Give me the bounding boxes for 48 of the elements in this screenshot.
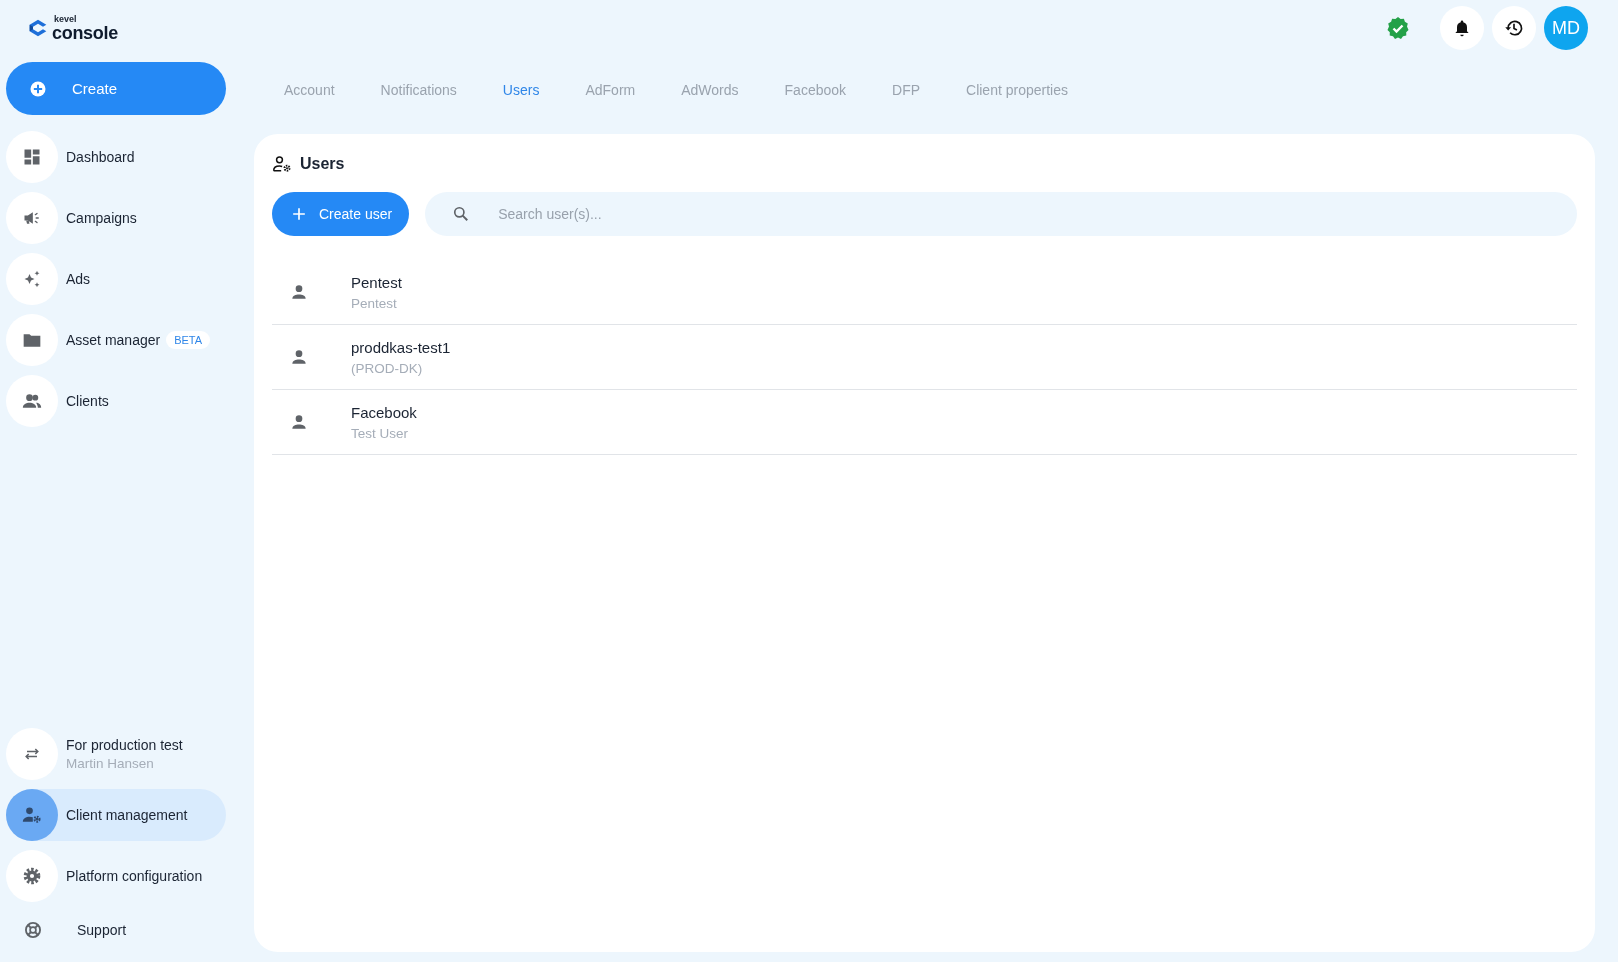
beta-badge: BETA: [166, 331, 211, 349]
sidebar-item[interactable]: For production test Martin Hansen: [6, 728, 226, 780]
item-subtitle: Martin Hansen: [66, 756, 155, 771]
lifebuoy-icon: [23, 920, 43, 940]
dashboard-icon: [22, 147, 42, 167]
search-field[interactable]: Search user(s)...: [425, 192, 1577, 236]
person-icon: [289, 412, 309, 432]
panel-title: Users: [300, 155, 345, 173]
user-name: proddkas-test1: [351, 338, 451, 356]
user-row[interactable]: Pentest Pentest: [272, 260, 1577, 325]
user-gear-icon: [272, 154, 292, 174]
user-gear-icon: [22, 805, 42, 825]
item-label: Campaigns: [66, 210, 137, 226]
sidebar-item[interactable]: Ads: [6, 253, 226, 305]
sidebar-item[interactable]: Clients: [6, 375, 226, 427]
user-row[interactable]: Facebook Test User: [272, 390, 1577, 455]
item-label: Clients: [66, 393, 109, 409]
create-user-button[interactable]: Create user: [272, 192, 410, 236]
sidebar-item[interactable]: Platform configuration: [6, 850, 226, 902]
item-label: Client management: [66, 807, 188, 823]
gear-icon: [22, 866, 42, 886]
sidebar-item[interactable]: Campaigns: [6, 192, 226, 244]
user-name: Facebook: [351, 403, 417, 421]
logo-text: console: [52, 23, 118, 42]
item-label: Asset manager: [66, 332, 161, 348]
item-label: Ads: [66, 271, 91, 287]
user-detail: (PROD-DK): [351, 360, 424, 376]
history-icon: [1504, 18, 1524, 38]
user-name: Pentest: [351, 273, 402, 291]
sidebar-item[interactable]: Asset manager BETA: [6, 314, 226, 366]
logo-brand: kevel: [54, 14, 78, 24]
sidebar-item[interactable]: Dashboard: [6, 131, 226, 183]
notifications-button[interactable]: [1440, 6, 1484, 50]
support-link[interactable]: Support: [77, 922, 127, 938]
create-button[interactable]: Create: [6, 62, 226, 115]
item-label: Dashboard: [66, 149, 135, 165]
people-icon: [22, 391, 42, 411]
history-button[interactable]: [1492, 6, 1536, 50]
logo-icon: [28, 18, 48, 38]
person-icon: [289, 347, 309, 367]
verified-badge-icon: [1386, 16, 1410, 40]
person-icon: [289, 282, 309, 302]
user-detail: Test User: [351, 425, 409, 441]
item-label: Platform configuration: [66, 868, 203, 884]
sidebar-item[interactable]: Client management: [6, 789, 226, 841]
user-detail: Pentest: [351, 295, 398, 311]
user-row[interactable]: proddkas-test1 (PROD-DK): [272, 325, 1577, 390]
item-label: For production test: [66, 737, 183, 753]
